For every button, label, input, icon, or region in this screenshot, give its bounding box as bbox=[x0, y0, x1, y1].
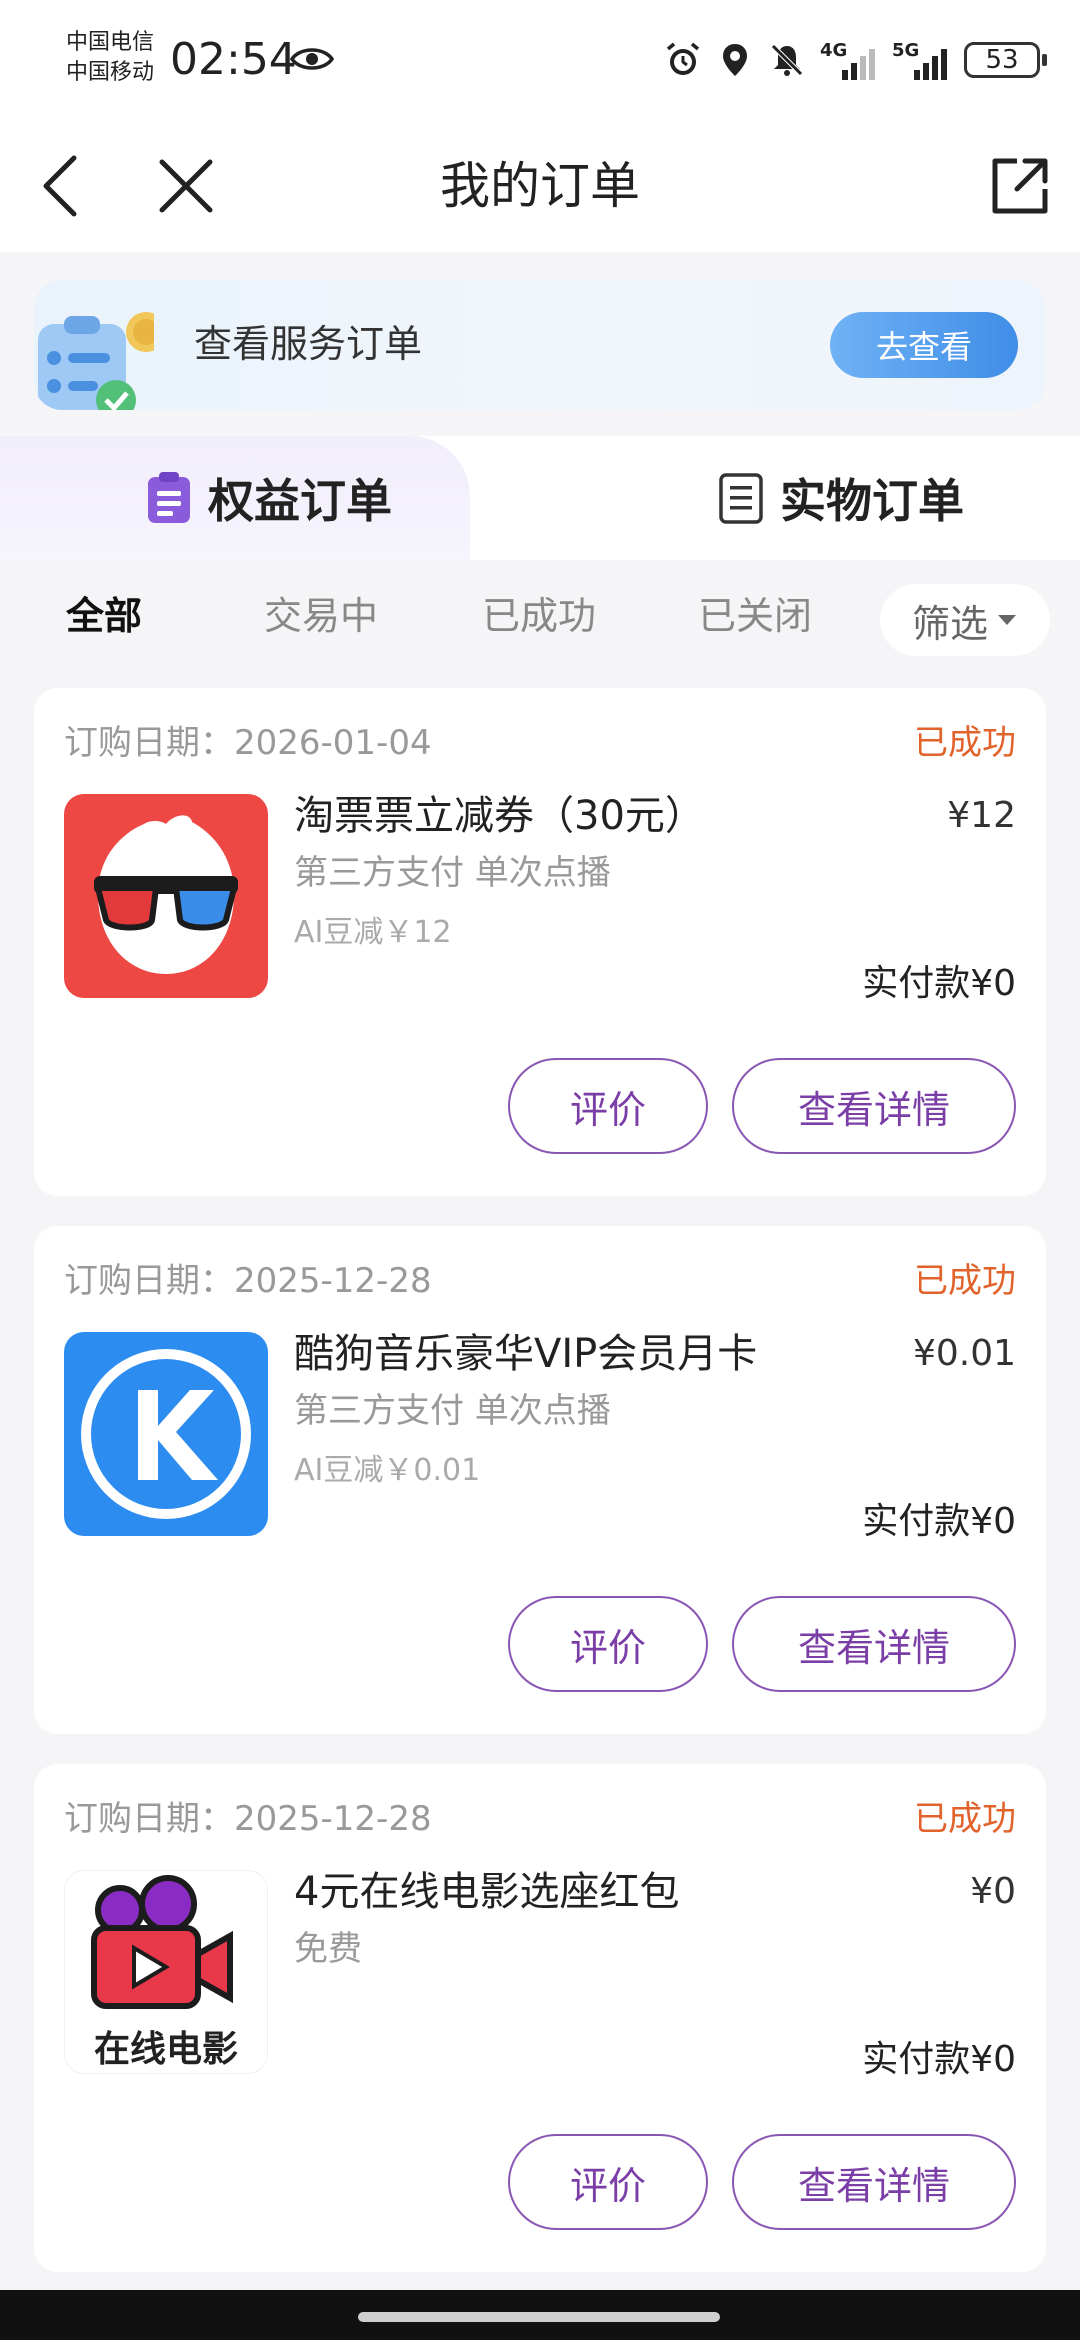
screen-filter-button[interactable]: 筛选 bbox=[880, 584, 1050, 656]
kugou-icon bbox=[64, 1332, 268, 1536]
share-icon bbox=[992, 158, 1048, 214]
screen-filter-label: 筛选 bbox=[911, 601, 988, 646]
view-service-orders-button[interactable]: 去查看 bbox=[830, 312, 1018, 378]
order-date: 订购日期：2025-12-28 bbox=[64, 1261, 432, 1301]
product-price: ¥12 bbox=[947, 795, 1016, 836]
order-card[interactable]: 订购日期：2025-12-28 已成功 酷狗音乐豪华VIP会员月卡 ¥0.01 … bbox=[34, 1226, 1046, 1734]
filter-all[interactable]: 全部 bbox=[66, 588, 142, 644]
filter-in-progress[interactable]: 交易中 bbox=[264, 588, 378, 644]
carrier-1: 中国电信 bbox=[66, 30, 155, 55]
filter-success[interactable]: 已成功 bbox=[482, 588, 596, 644]
payment-type: 免费 bbox=[294, 1929, 362, 1969]
signal-bars-icon bbox=[842, 49, 875, 80]
order-date: 订购日期：2025-12-28 bbox=[64, 1799, 432, 1839]
clipboard-illustration-icon bbox=[38, 312, 154, 410]
order-status: 已成功 bbox=[914, 723, 1016, 763]
signal-bars-icon bbox=[914, 49, 947, 80]
home-indicator[interactable] bbox=[358, 2312, 720, 2322]
rate-button[interactable]: 评价 bbox=[508, 1596, 708, 1692]
eye-icon bbox=[290, 48, 334, 70]
location-icon bbox=[723, 44, 747, 76]
ai-bean-discount: AI豆减￥0.01 bbox=[294, 1453, 481, 1488]
payment-type: 第三方支付 单次点播 bbox=[294, 853, 611, 893]
product-price: ¥0 bbox=[970, 1871, 1016, 1912]
actual-payment: 实付款¥0 bbox=[862, 1501, 1016, 1542]
share-button[interactable] bbox=[984, 150, 1056, 222]
rate-button[interactable]: 评价 bbox=[508, 1058, 708, 1154]
service-order-banner[interactable]: 查看服务订单 去查看 bbox=[34, 280, 1046, 410]
clipboard-icon bbox=[148, 472, 190, 523]
order-card[interactable]: 订购日期：2026-01-04 已成功 淘票票立减券（30元） ¥12 第三方支… bbox=[34, 688, 1046, 1196]
carrier-2: 中国移动 bbox=[66, 60, 155, 85]
rate-button[interactable]: 评价 bbox=[508, 2134, 708, 2230]
top-nav-bar: 我的订单 bbox=[0, 120, 1080, 252]
filter-closed[interactable]: 已关闭 bbox=[698, 588, 812, 644]
system-navigation-bar bbox=[0, 2290, 1080, 2340]
document-icon bbox=[719, 473, 763, 524]
order-date: 订购日期：2026-01-04 bbox=[64, 723, 432, 763]
status-filter-bar: 全部 交易中 已成功 已关闭 筛选 bbox=[0, 570, 1080, 666]
banner-text: 查看服务订单 bbox=[194, 322, 423, 366]
carrier-info: 中国电信 中国移动 bbox=[66, 28, 154, 88]
tab-rights-orders-label: 权益订单 bbox=[208, 474, 392, 528]
view-details-button[interactable]: 查看详情 bbox=[732, 2134, 1016, 2230]
ai-bean-discount: AI豆减￥12 bbox=[294, 915, 452, 950]
product-name: 4元在线电影选座红包 bbox=[294, 1869, 680, 1915]
status-bar: 中国电信 中国移动 02:54 4G 5G 53 bbox=[0, 0, 1080, 120]
signal-5g: 5G bbox=[892, 40, 950, 80]
caret-down-icon bbox=[998, 615, 1016, 625]
view-details-button[interactable]: 查看详情 bbox=[732, 1058, 1016, 1154]
alarm-icon bbox=[666, 42, 700, 75]
taopiaopiao-icon bbox=[64, 794, 268, 998]
mute-icon bbox=[771, 44, 803, 76]
order-card[interactable]: 订购日期：2025-12-28 已成功 在线电影 4元在线电影选座红包 ¥0 免… bbox=[34, 1764, 1046, 2272]
tab-physical-orders-label: 实物订单 bbox=[780, 474, 964, 528]
order-type-tabs: 权益订单 实物订单 bbox=[0, 436, 1080, 560]
order-status: 已成功 bbox=[914, 1261, 1016, 1301]
product-price: ¥0.01 bbox=[912, 1333, 1016, 1374]
product-name: 酷狗音乐豪华VIP会员月卡 bbox=[294, 1331, 758, 1377]
online-movie-icon: 在线电影 bbox=[64, 1870, 268, 2074]
thumb-caption: 在线电影 bbox=[93, 2029, 238, 2070]
status-icons: 4G 5G 53 bbox=[664, 38, 1047, 82]
tab-physical-orders[interactable]: 实物订单 bbox=[718, 436, 964, 560]
actual-payment: 实付款¥0 bbox=[862, 2039, 1016, 2080]
order-status: 已成功 bbox=[914, 1799, 1016, 1839]
payment-type: 第三方支付 单次点播 bbox=[294, 1391, 611, 1431]
actual-payment: 实付款¥0 bbox=[862, 963, 1016, 1004]
battery-indicator: 53 bbox=[964, 42, 1047, 78]
view-details-button[interactable]: 查看详情 bbox=[732, 1596, 1016, 1692]
signal-4g: 4G bbox=[820, 40, 878, 80]
product-name: 淘票票立减券（30元） bbox=[294, 793, 705, 839]
clock: 02:54 bbox=[170, 34, 297, 85]
tab-rights-orders[interactable]: 权益订单 bbox=[146, 436, 392, 560]
page-title: 我的订单 bbox=[440, 157, 640, 215]
